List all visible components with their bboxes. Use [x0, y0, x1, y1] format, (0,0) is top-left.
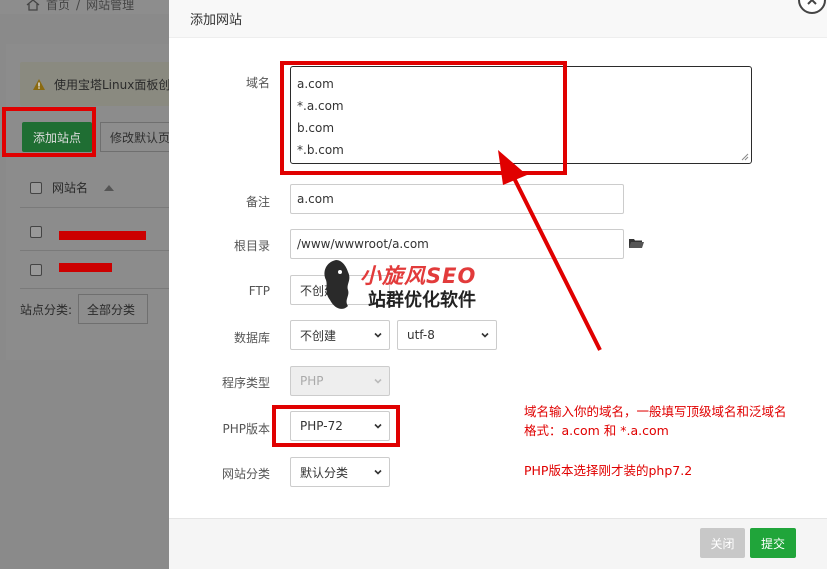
watermark-text-bottom: 站群优化软件: [368, 290, 476, 311]
column-site-name[interactable]: 网站名: [52, 179, 88, 196]
highlight-php-version: [272, 405, 400, 447]
database-label: 数据库: [233, 331, 270, 345]
category-filter: 站点分类: 全部分类: [20, 294, 149, 324]
breadcrumb: 首页 / 网站管理: [26, 0, 134, 13]
folder-icon[interactable]: [628, 237, 644, 249]
submit-button[interactable]: 提交: [750, 528, 796, 558]
sort-asc-icon[interactable]: [104, 184, 115, 191]
close-button[interactable]: 关闭: [700, 528, 745, 558]
program-type-select: PHP: [290, 366, 390, 396]
remark-label: 备注: [245, 195, 270, 209]
row-checkbox[interactable]: [30, 263, 42, 276]
charset-select-value: utf-8: [407, 328, 435, 342]
select-all-checkbox[interactable]: [30, 181, 42, 194]
modify-default-page-button[interactable]: 修改默认页: [100, 122, 180, 152]
redacted-site-name: [59, 263, 112, 272]
ftp-label: FTP: [248, 284, 270, 298]
chevron-down-icon: [481, 332, 489, 338]
highlight-add-site: [2, 107, 96, 157]
row-checkbox[interactable]: [30, 225, 42, 238]
warning-text: 使用宝塔Linux面板创: [54, 77, 171, 92]
breadcrumb-separator: /: [76, 0, 81, 12]
breadcrumb-current: 网站管理: [86, 0, 135, 12]
home-icon[interactable]: [26, 0, 40, 11]
close-icon: [807, 0, 817, 5]
root-dir-label: 根目录: [233, 239, 270, 253]
note-php-version: PHP版本选择刚才装的php7.2: [524, 463, 693, 478]
highlight-domain: [280, 61, 567, 175]
site-category-value: 默认分类: [300, 465, 349, 480]
database-select-value: 不创建: [300, 328, 337, 343]
site-category-label: 网站分类: [221, 467, 270, 481]
redacted-site-name: [59, 231, 146, 240]
program-type-label: 程序类型: [221, 376, 270, 390]
table-header: 网站名: [20, 168, 180, 208]
chevron-down-icon: [374, 332, 382, 338]
charset-select[interactable]: utf-8: [397, 320, 497, 350]
warning-banner: 使用宝塔Linux面板创: [20, 62, 180, 106]
remark-input[interactable]: a.com: [290, 184, 624, 214]
database-select[interactable]: 不创建: [290, 320, 390, 350]
note-domain-format: 格式：a.com 和 *.a.com: [524, 423, 669, 438]
breadcrumb-home[interactable]: 首页: [46, 0, 70, 13]
site-category-select[interactable]: 默认分类: [290, 457, 390, 487]
chevron-down-icon: [374, 469, 382, 475]
dialog-title: 添加网站: [169, 0, 827, 38]
warning-icon: [33, 78, 45, 90]
root-dir-input[interactable]: /www/wwwroot/a.com: [290, 229, 624, 259]
php-version-label: PHP版本: [222, 422, 271, 436]
note-domain-instruction: 域名输入你的域名，一般填写顶级域名和泛域名: [524, 404, 787, 419]
resize-grip-icon[interactable]: [741, 153, 749, 161]
category-select[interactable]: 全部分类: [78, 294, 149, 324]
chevron-down-icon: [374, 378, 382, 384]
category-label: 站点分类:: [20, 302, 73, 317]
program-type-value: PHP: [300, 374, 324, 388]
domain-label: 域名: [245, 76, 270, 90]
